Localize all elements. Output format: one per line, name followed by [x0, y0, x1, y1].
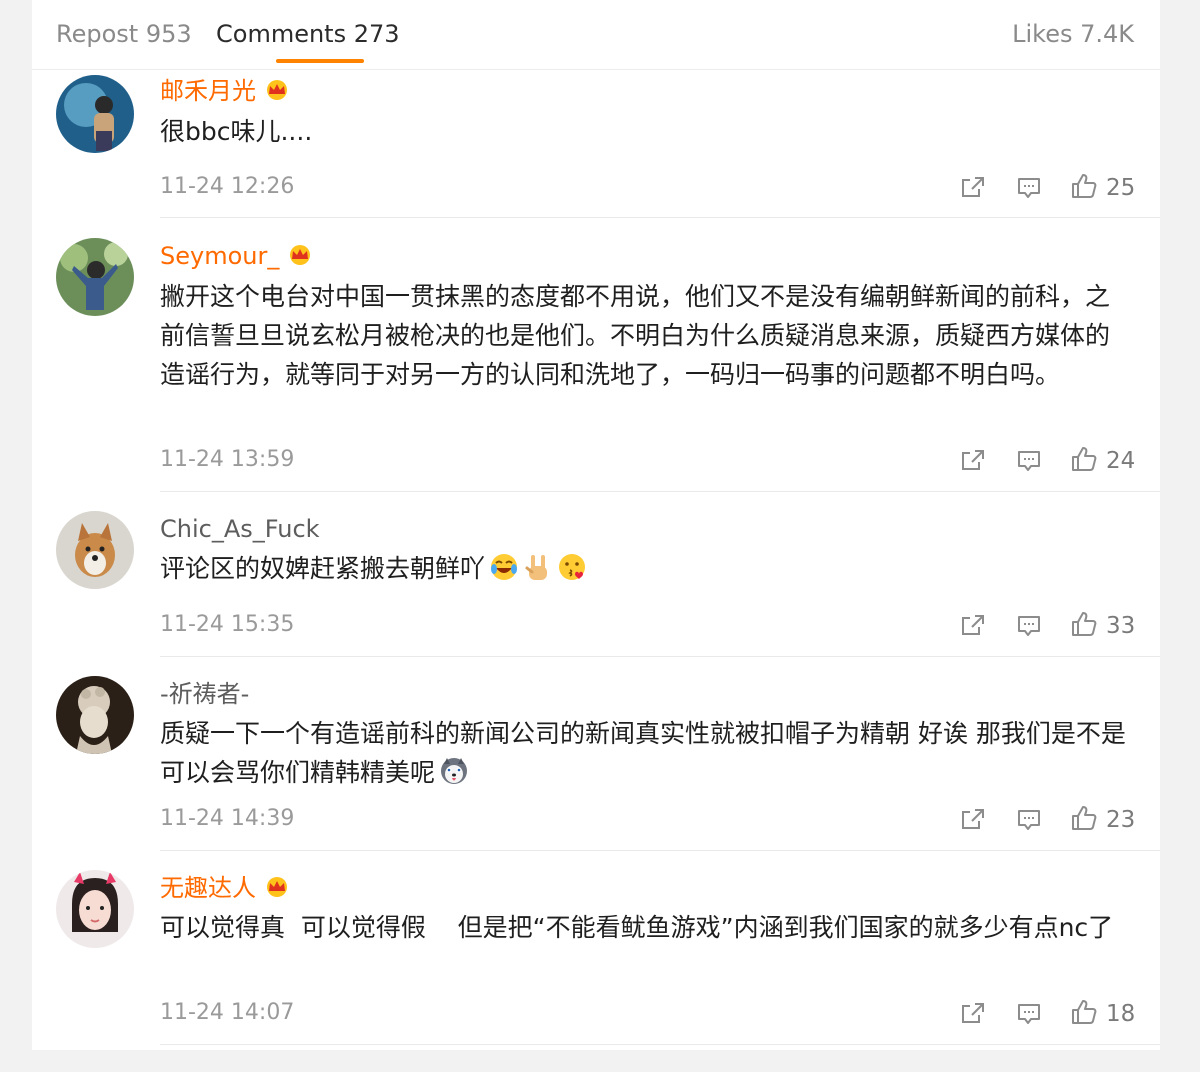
comment-text: 撇开这个电台对中国一贯抹黑的态度都不用说，他们又不是没有编朝鲜新闻的前科，之前信… [160, 282, 1111, 389]
active-tab-indicator [276, 59, 364, 63]
comment-icon[interactable] [1016, 449, 1042, 473]
comment-time: 11-24 12:26 [160, 174, 295, 199]
like-count: 25 [1106, 175, 1136, 201]
share-icon[interactable] [960, 807, 986, 831]
like-button[interactable]: 33 [1070, 610, 1135, 642]
vip-crown-icon [264, 875, 290, 905]
tab-bar: Repost 953 Comments 273 Likes 7.4K [32, 0, 1160, 70]
share-icon[interactable] [960, 175, 986, 199]
rock-hand-emoji [523, 552, 553, 593]
tab-likes[interactable]: Likes 7.4K [1012, 19, 1134, 49]
comment-item: -祈祷者- 质疑一下一个有造谣前科的新闻公司的新闻真实性就被扣帽子为精朝 好诶 … [32, 657, 1160, 851]
comment-username[interactable]: -祈祷者- [160, 679, 249, 709]
share-icon[interactable] [960, 448, 986, 472]
tab-repost[interactable]: Repost 953 [56, 19, 192, 49]
avatar[interactable] [56, 511, 134, 589]
comment-item: 无趣达人 可以觉得真 可以觉得假 但是把“不能看鱿鱼游戏”内涵到我们国家的就多少… [32, 851, 1160, 1050]
share-icon[interactable] [960, 613, 986, 637]
comment-text-body: 评论区的奴婢赶紧搬去朝鲜吖 [160, 554, 486, 583]
vip-crown-icon [264, 78, 290, 108]
husky-dog-emoji [439, 756, 469, 797]
comment-icon[interactable] [1016, 808, 1042, 832]
comment-text: 可以觉得真 可以觉得假 但是把“不能看鱿鱼游戏”内涵到我们国家的就多少有点nc了 [160, 913, 1114, 942]
like-count: 24 [1106, 448, 1136, 474]
kissing-face-emoji [557, 552, 587, 593]
comment-text: 质疑一下一个有造谣前科的新闻公司的新闻真实性就被扣帽子为精朝 好诶 那我们是不是… [160, 714, 1130, 797]
avatar[interactable] [56, 75, 134, 153]
comment-time: 11-24 14:07 [160, 1000, 295, 1025]
comment-icon[interactable] [1016, 1002, 1042, 1026]
comment-time: 11-24 14:39 [160, 806, 295, 831]
thumbs-up-icon [1070, 610, 1098, 642]
avatar[interactable] [56, 238, 134, 316]
comment-text-body: 质疑一下一个有造谣前科的新闻公司的新闻真实性就被扣帽子为精朝 好诶 那我们是不是… [160, 719, 1126, 787]
comment-time: 11-24 13:59 [160, 447, 295, 472]
comments-panel: Repost 953 Comments 273 Likes 7.4K 邮禾月光 … [32, 0, 1160, 1050]
comment-icon[interactable] [1016, 614, 1042, 638]
comment-text: 评论区的奴婢赶紧搬去朝鲜吖 [160, 549, 1130, 593]
comment-time: 11-24 15:35 [160, 612, 295, 637]
like-count: 33 [1106, 613, 1136, 639]
comment-icon[interactable] [1016, 176, 1042, 200]
comment-username[interactable]: 邮禾月光 [160, 76, 290, 108]
vip-crown-icon [287, 243, 313, 273]
avatar[interactable] [56, 676, 134, 754]
comment-item: 邮禾月光 很bbc味儿.... 11-24 12:26 25 [32, 70, 1160, 218]
comment-item: Seymour_ 撇开这个电台对中国一贯抹黑的态度都不用说，他们又不是没有编朝鲜… [32, 218, 1160, 492]
thumbs-up-icon [1070, 998, 1098, 1030]
comment-username[interactable]: 无趣达人 [160, 873, 290, 905]
like-count: 18 [1106, 1001, 1136, 1027]
thumbs-up-icon [1070, 445, 1098, 477]
like-button[interactable]: 18 [1070, 998, 1135, 1030]
share-icon[interactable] [960, 1001, 986, 1025]
like-button[interactable]: 25 [1070, 172, 1135, 204]
comment-text: 很bbc味儿.... [160, 117, 313, 146]
comment-username[interactable]: Chic_As_Fuck [160, 514, 320, 544]
tab-comments[interactable]: Comments 273 [216, 19, 400, 49]
thumbs-up-icon [1070, 172, 1098, 204]
like-button[interactable]: 24 [1070, 445, 1135, 477]
thumbs-up-icon [1070, 804, 1098, 836]
comment-username[interactable]: Seymour_ [160, 241, 313, 273]
comment-item: Chic_As_Fuck 评论区的奴婢赶紧搬去朝鲜吖 11-24 15:35 3… [32, 492, 1160, 657]
divider [160, 1044, 1160, 1045]
like-count: 23 [1106, 807, 1136, 833]
avatar[interactable] [56, 870, 134, 948]
like-button[interactable]: 23 [1070, 804, 1135, 836]
laughing-crying-emoji [489, 552, 519, 593]
